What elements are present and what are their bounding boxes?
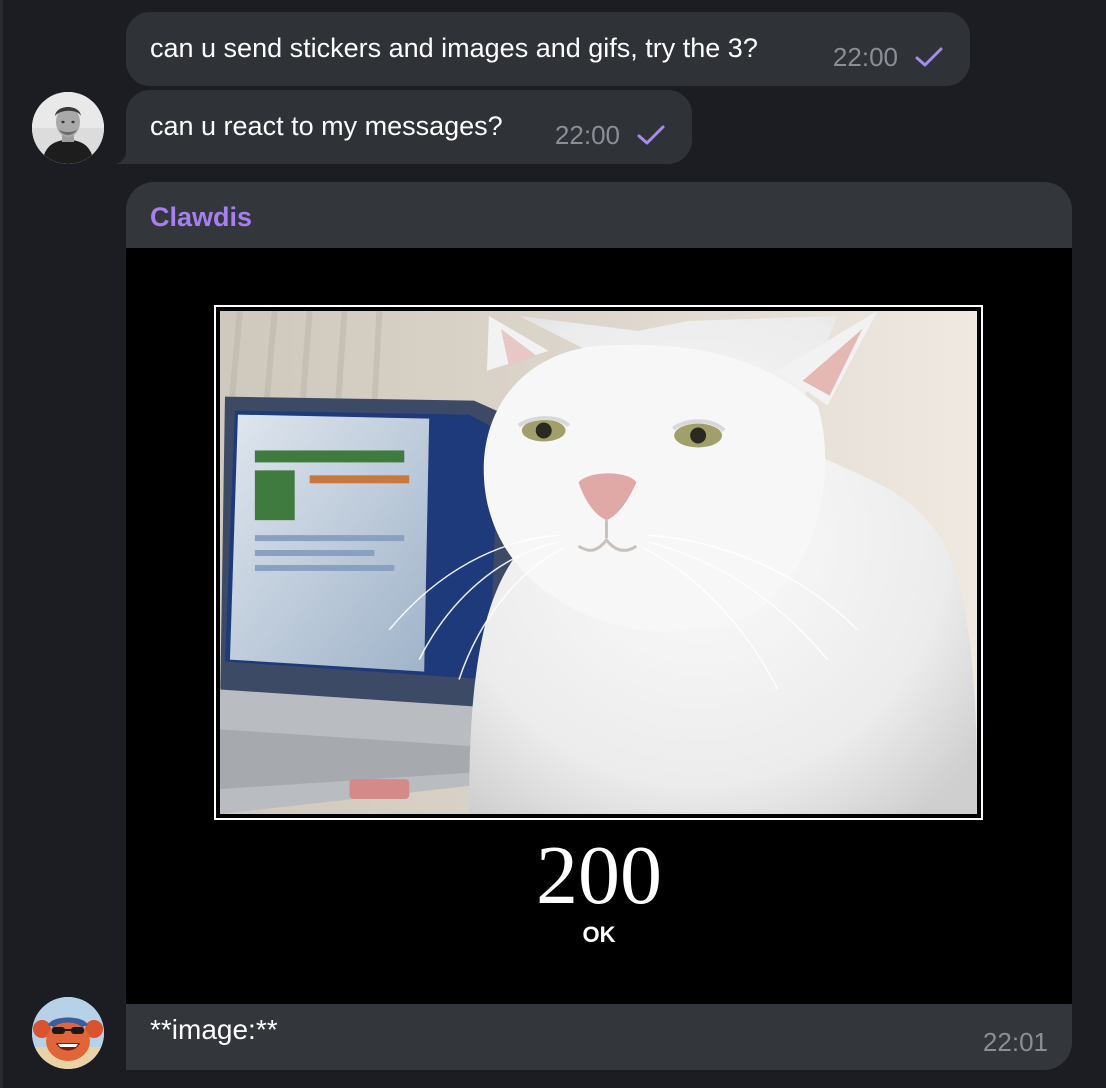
message-text: can u send stickers and images and gifs,…: [150, 33, 758, 63]
read-check-icon: [915, 47, 943, 67]
message-time: 22:00: [554, 120, 620, 150]
chat-left-edge: [0, 0, 3, 1088]
read-check-icon: [637, 125, 665, 145]
bubble-tail: [112, 150, 126, 164]
message-caption: **image:**: [150, 1014, 278, 1045]
poster-subtitle: OK: [582, 922, 616, 947]
sender-name[interactable]: Clawdis: [150, 202, 252, 233]
message-meta: 22:00: [555, 118, 666, 152]
cat-photo: [214, 305, 983, 820]
message-time: 22:01: [982, 1027, 1048, 1057]
message-meta: 22:00: [833, 40, 944, 74]
image-attachment[interactable]: 200 OK: [126, 248, 1072, 1004]
message-text: can u react to my messages?: [150, 111, 503, 141]
cat-photo-illustration: [220, 311, 977, 814]
message-bubble[interactable]: can u send stickers and images and gifs,…: [126, 12, 970, 86]
crab-avatar-illustration: [32, 997, 104, 1069]
message-time: 22:00: [832, 42, 898, 72]
bot-message[interactable]: Clawdis 200 OK **image:** 22:01: [126, 182, 1072, 1070]
poster-title: 200: [536, 829, 662, 922]
chat-history: can u send stickers and images and gifs,…: [0, 0, 1106, 1088]
user-avatar-photo: [32, 92, 104, 164]
user-avatar[interactable]: [32, 92, 104, 164]
bot-avatar[interactable]: [32, 997, 104, 1069]
message-bubble[interactable]: can u react to my messages? 22:00: [112, 90, 692, 164]
